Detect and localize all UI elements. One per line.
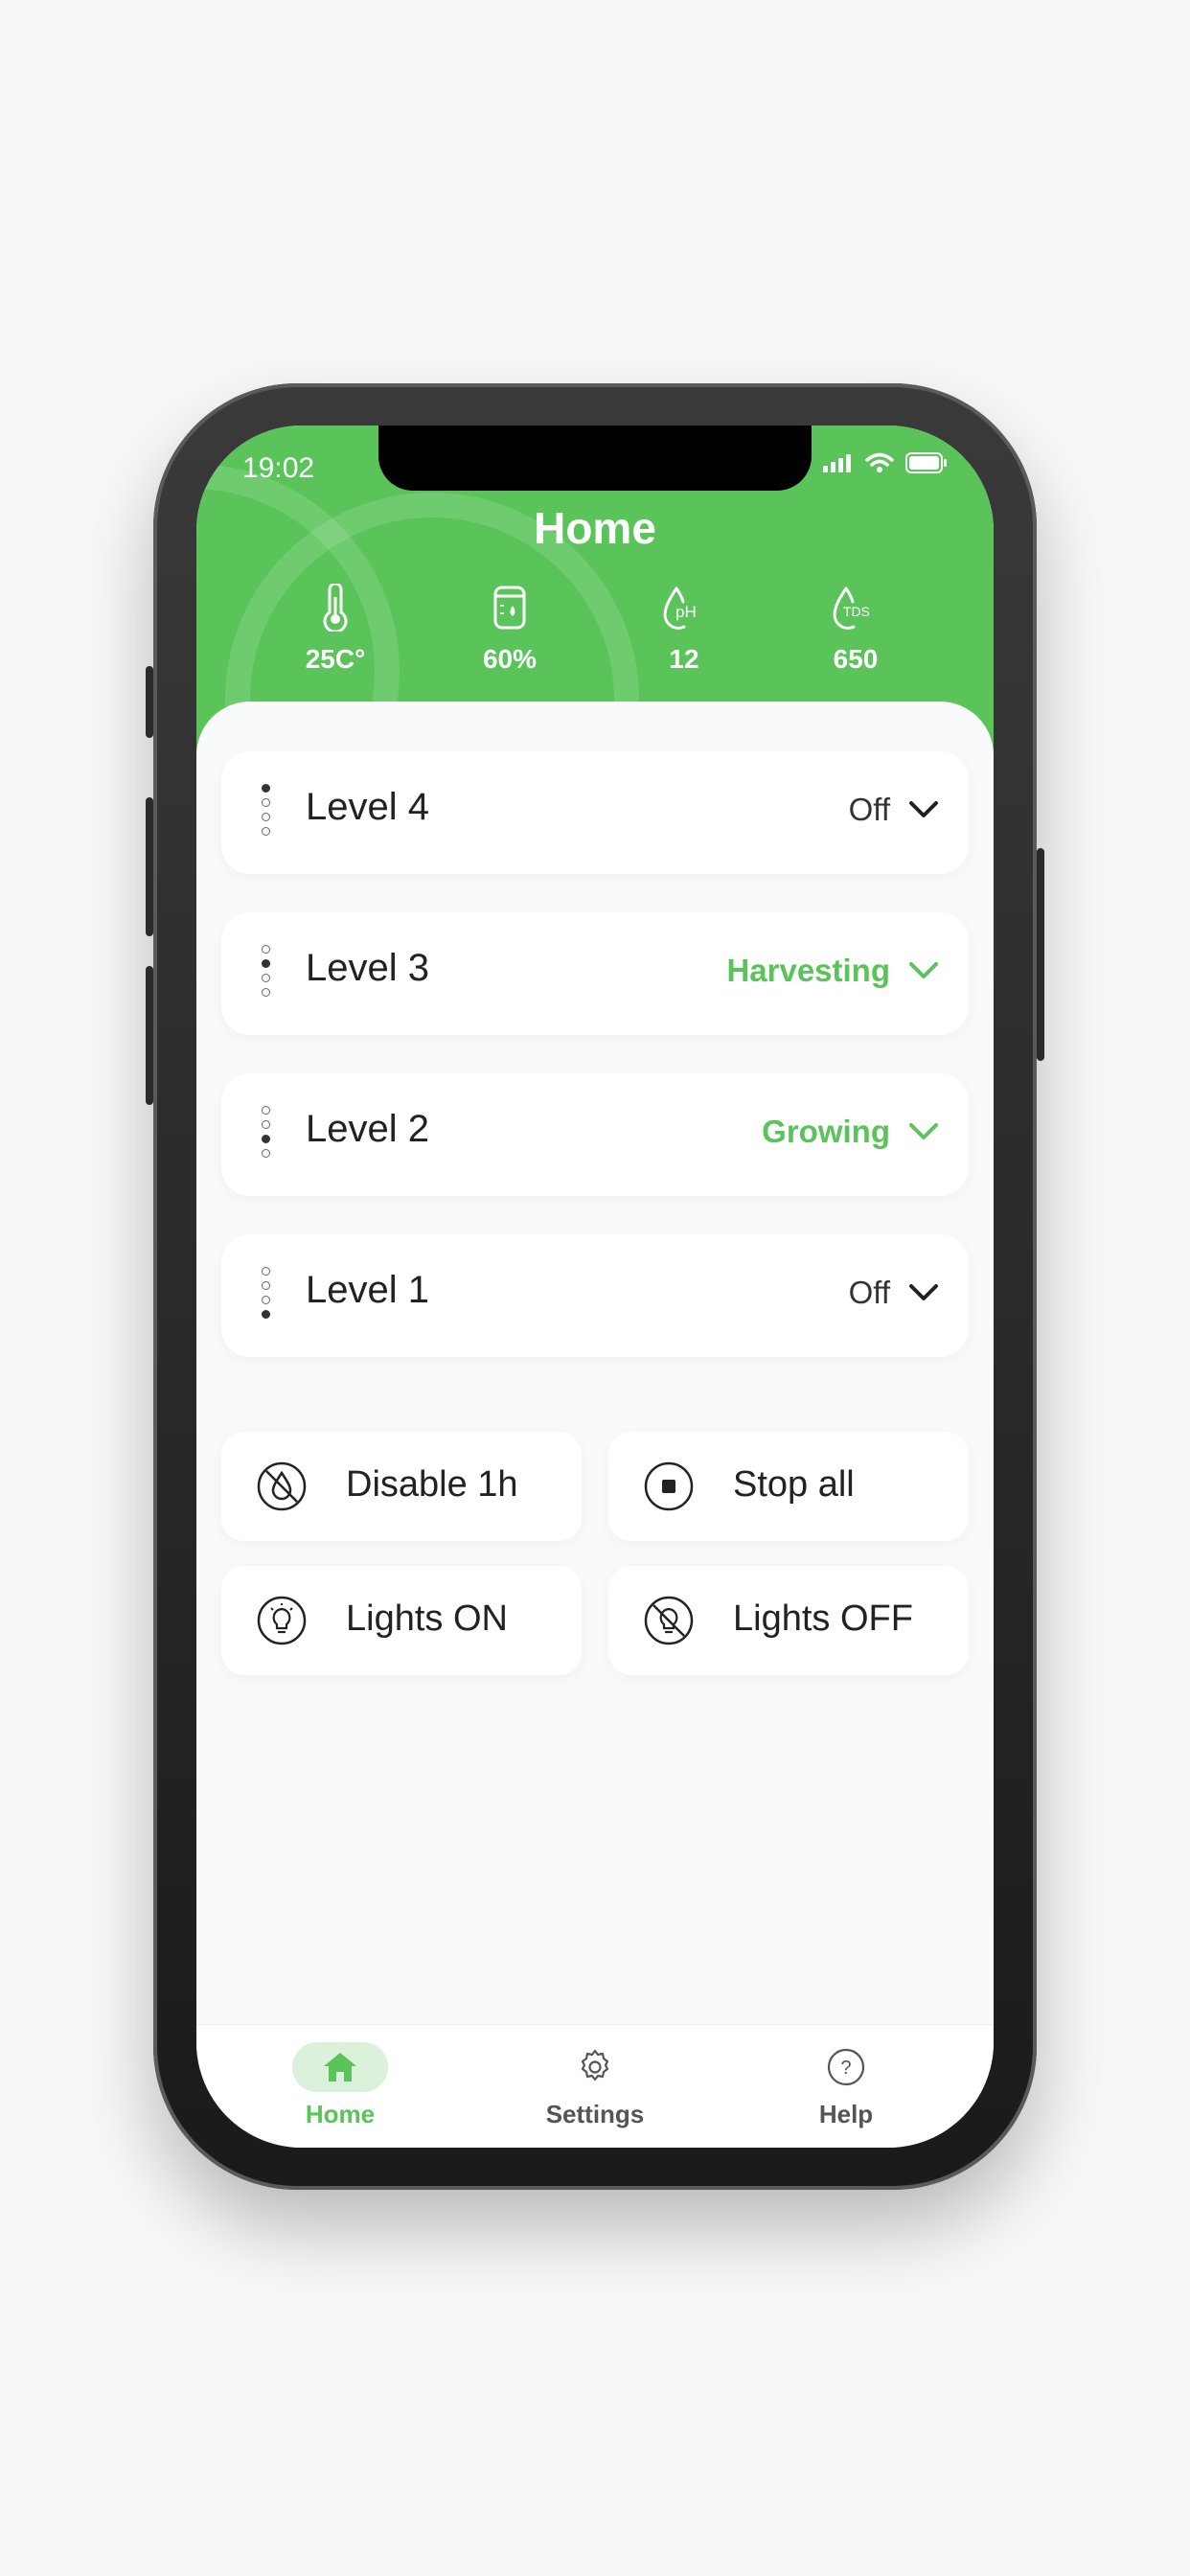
level-indicator [262, 1267, 273, 1324]
ph-value: 12 [669, 644, 699, 674]
app-screen: 19:02 Home 25C° 60% pH 12 TDS 650 Level … [196, 426, 994, 2148]
tds-drop-icon: TDS [833, 586, 870, 630]
tab-settings[interactable]: Settings [499, 2042, 691, 2129]
signal-icon [823, 454, 851, 472]
stop-all-label: Stop all [733, 1464, 855, 1505]
lightbulb-icon [257, 1596, 307, 1645]
level-name: Level 3 [306, 947, 429, 989]
level-status: Off [848, 792, 890, 827]
tab-home[interactable]: Home [244, 2042, 436, 2129]
tab-home-label: Home [305, 2100, 376, 2128]
chevron-down-icon[interactable] [907, 1280, 940, 1305]
level-card-4[interactable]: Level 4 Off [221, 751, 969, 874]
power-button [1037, 848, 1044, 1061]
water-level-value: 60% [482, 644, 538, 674]
level-status: Harvesting [726, 953, 890, 988]
tab-settings-label: Settings [545, 2100, 645, 2128]
volume-up-button [146, 797, 153, 936]
help-icon: ? [827, 2048, 865, 2086]
disable-1h-button[interactable]: Disable 1h [221, 1432, 582, 1541]
chevron-down-icon[interactable] [907, 1119, 940, 1144]
svg-text:pH: pH [675, 603, 697, 621]
ph-drop-icon: pH [663, 586, 697, 630]
notch [378, 426, 812, 491]
volume-down-button [146, 966, 153, 1105]
lights-on-button[interactable]: Lights ON [221, 1566, 582, 1675]
level-name: Level 4 [306, 786, 429, 828]
svg-text:?: ? [840, 2058, 851, 2079]
lights-off-button[interactable]: Lights OFF [608, 1566, 969, 1675]
disable-1h-label: Disable 1h [346, 1464, 518, 1505]
metric-ph: pH 12 [617, 579, 751, 675]
level-status: Off [848, 1275, 890, 1310]
chevron-down-icon[interactable] [907, 797, 940, 822]
metric-water-level: 60% [443, 579, 577, 675]
main-content: Level 4 Off Level 3 Harvesting Level 2 G… [196, 702, 994, 2024]
tds-value: 650 [833, 644, 879, 674]
water-tank-icon [493, 586, 526, 630]
lightbulb-off-icon [644, 1596, 694, 1645]
status-time: 19:02 [242, 452, 315, 484]
battery-icon [905, 452, 947, 473]
no-water-icon [257, 1461, 307, 1511]
stop-all-button[interactable]: Stop all [608, 1432, 969, 1541]
level-indicator [262, 784, 273, 841]
home-icon [324, 2053, 356, 2082]
tab-help[interactable]: ? Help [750, 2042, 942, 2129]
level-card-1[interactable]: Level 1 Off [221, 1234, 969, 1357]
bottom-tab-bar: Home Settings ? Help [196, 2024, 994, 2148]
stop-icon [644, 1461, 694, 1511]
level-card-3[interactable]: Level 3 Harvesting [221, 912, 969, 1035]
svg-text:TDS: TDS [843, 604, 870, 619]
wifi-icon [865, 452, 894, 472]
page-title: Home [534, 503, 656, 553]
level-card-2[interactable]: Level 2 Growing [221, 1073, 969, 1196]
status-icons [823, 452, 948, 473]
lights-on-label: Lights ON [346, 1598, 508, 1639]
metric-temperature: 25C° [268, 579, 402, 675]
chevron-down-icon[interactable] [907, 958, 940, 983]
level-status: Growing [762, 1114, 890, 1149]
temperature-value: 25C° [305, 644, 366, 674]
tab-help-label: Help [818, 2100, 874, 2128]
level-indicator [262, 945, 273, 1002]
gear-icon [581, 2049, 609, 2082]
lights-off-label: Lights OFF [733, 1598, 913, 1639]
mute-switch [146, 666, 153, 738]
level-name: Level 2 [306, 1108, 429, 1150]
level-indicator [262, 1106, 273, 1163]
level-name: Level 1 [306, 1269, 429, 1311]
thermometer-icon [323, 584, 348, 632]
metric-tds: TDS 650 [789, 579, 923, 675]
